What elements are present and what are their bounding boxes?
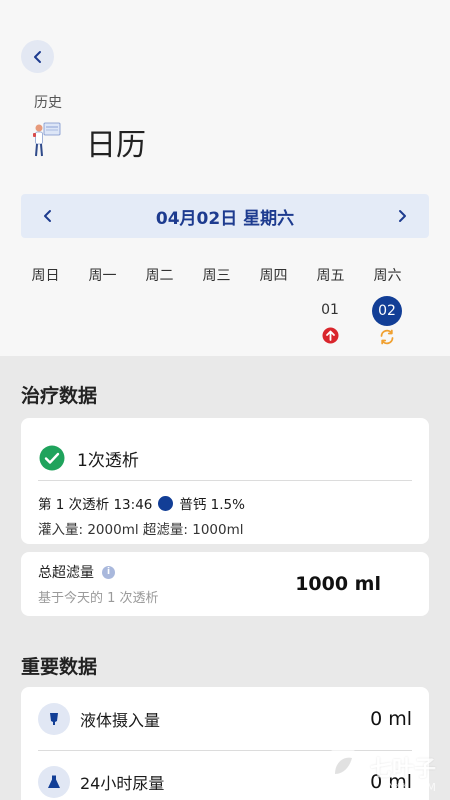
dialysis-volumes: 灌入量: 2000ml 超滤量: 1000ml [38, 522, 244, 538]
total-uf-value: 1000 ml [295, 573, 381, 595]
weekday-label: 周五 [316, 268, 345, 284]
info-icon[interactable]: i [102, 565, 115, 579]
weekday-label: 周四 [259, 268, 288, 284]
solution-dot-icon [158, 495, 174, 511]
dialysis-count: 1次透析 [77, 450, 139, 471]
treatment-section-title: 治疗数据 [21, 385, 98, 407]
weekday-label: 周二 [145, 268, 174, 284]
total-uf-subtitle: 基于今天的 1 次透析 [38, 591, 159, 606]
watermark-text: 七叶子 [369, 757, 436, 782]
day-number: 01 [321, 302, 339, 318]
weekday-row: 周日 周一 周二 周三 周四 周五 周六 [17, 265, 416, 285]
flask-icon [48, 775, 60, 788]
vital-label: 液体摄入量 [80, 710, 161, 730]
red-up-arrow-icon [322, 327, 338, 343]
dialysis-card[interactable]: 1次透析 第 1 次透析 13:46 普钙 1.5% 灌入量: 2000ml 超… [21, 418, 429, 544]
weekday-label: 周一 [88, 268, 117, 284]
prev-date-button[interactable] [39, 207, 57, 225]
vital-row-fluid-intake[interactable]: 液体摄入量 0 ml [21, 687, 429, 750]
watermark: 七叶子 7Y**.COM [320, 744, 436, 794]
chevron-right-icon [398, 210, 406, 222]
page-title: 日历 [86, 128, 146, 163]
calendar-day[interactable]: 01 [314, 296, 346, 344]
drink-cup-icon [50, 712, 58, 725]
calendar-header-area: 历史 日历 04月02日 星期六 周日 周一 周二 周三 周四 周五 周六 01… [0, 0, 450, 356]
person-calendar-icon [33, 122, 61, 157]
vital-label: 24小时尿量 [80, 774, 165, 793]
vitals-section-title: 重要数据 [21, 656, 98, 678]
total-uf-label: 总超滤量 [38, 565, 94, 581]
next-date-button[interactable] [393, 207, 411, 225]
leaf-logo-icon [322, 747, 363, 787]
vital-value: 0 ml [370, 707, 412, 730]
current-date: 04月02日 星期六 [155, 208, 295, 229]
weekday-label: 周六 [373, 268, 402, 284]
orange-sync-icon [380, 329, 394, 345]
dialysis-detail-prefix: 第 1 次透析 13:46 [38, 497, 153, 513]
day-number: 02 [372, 296, 402, 326]
chevron-left-icon [33, 50, 41, 63]
weekday-label: 周三 [202, 268, 231, 284]
watermark-sub: 7Y**.COM [381, 781, 436, 794]
weekday-label: 周日 [31, 268, 60, 284]
back-button[interactable] [21, 40, 54, 73]
breadcrumb[interactable]: 历史 [34, 92, 62, 112]
dialysis-solution: 普钙 1.5% [179, 497, 245, 513]
chevron-left-icon [44, 210, 51, 222]
check-circle-icon [39, 445, 65, 471]
date-navigator: 04月02日 星期六 [21, 194, 429, 238]
calendar-day-selected[interactable]: 02 [371, 296, 403, 346]
total-uf-card: 总超滤量 i 基于今天的 1 次透析 1000 ml [21, 552, 429, 616]
